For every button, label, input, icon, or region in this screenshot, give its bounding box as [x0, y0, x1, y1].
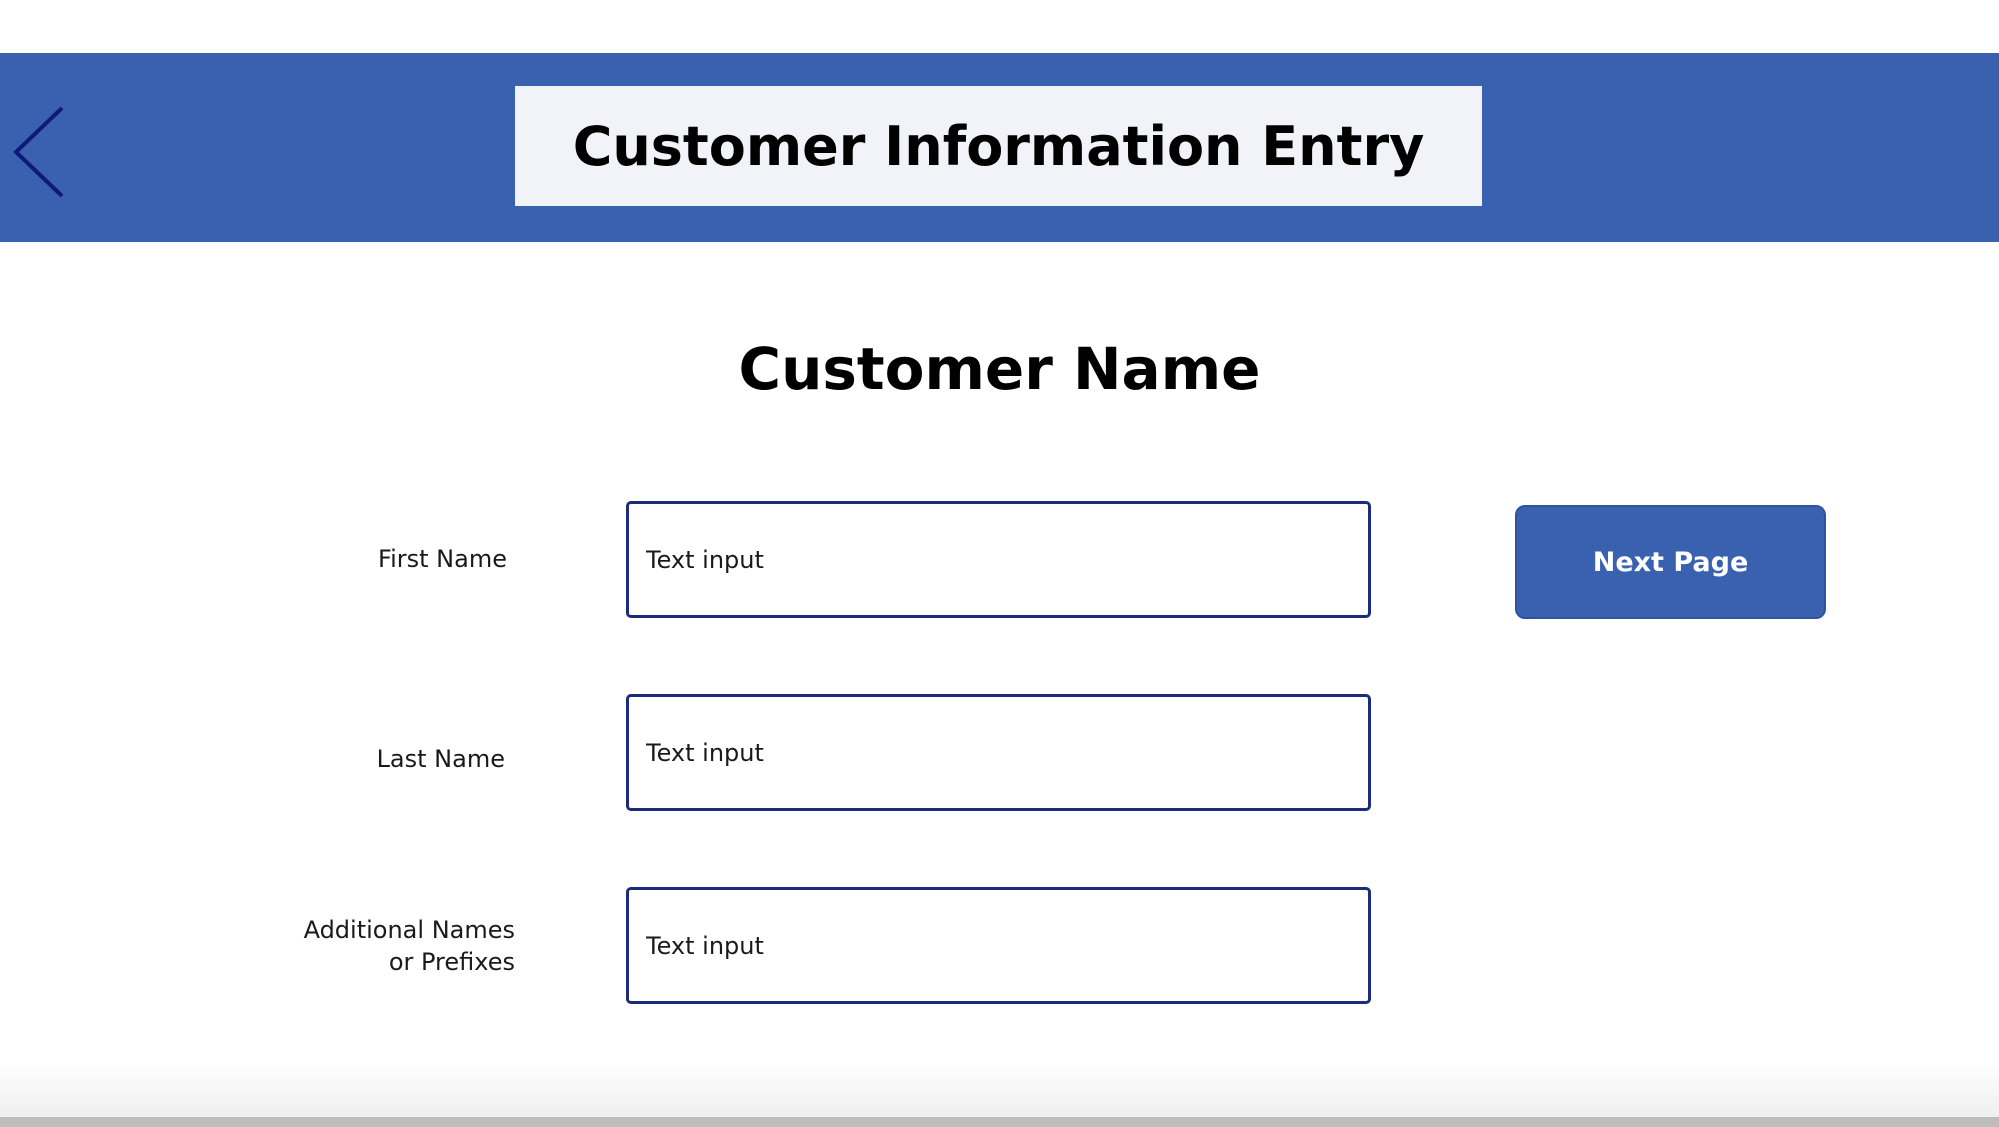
- first-name-label: First Name: [378, 545, 507, 573]
- additional-names-label-line2: or Prefixes: [388, 948, 515, 976]
- back-button[interactable]: [10, 102, 70, 202]
- title-box: Customer Information Entry: [515, 86, 1482, 206]
- next-page-button[interactable]: Next Page: [1515, 505, 1826, 619]
- bottom-shadow: [0, 1062, 1999, 1120]
- page-title: Customer Information Entry: [572, 114, 1425, 178]
- last-name-input[interactable]: [626, 694, 1371, 811]
- first-name-input[interactable]: [626, 501, 1371, 618]
- last-name-label: Last Name: [376, 745, 505, 773]
- additional-names-input[interactable]: [626, 887, 1371, 1004]
- additional-names-label-line1: Additional Names: [303, 916, 515, 944]
- chevron-left-icon: [13, 106, 64, 198]
- bottom-border: [0, 1117, 1999, 1127]
- additional-names-label: Additional Names or Prefixes: [304, 914, 515, 978]
- section-heading: Customer Name: [738, 335, 1261, 403]
